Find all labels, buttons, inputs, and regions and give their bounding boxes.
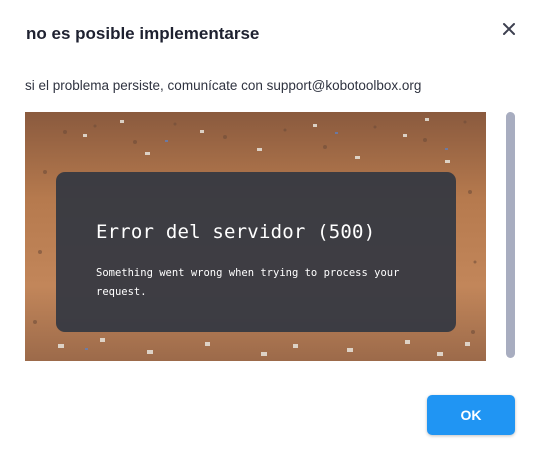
modal-title: no es posible implementarse — [26, 24, 260, 43]
scrollbar-thumb[interactable] — [506, 112, 515, 358]
error-message: si el problema persiste, comunícate con … — [25, 78, 422, 93]
error-heading: Error del servidor (500) — [96, 221, 376, 243]
ok-button[interactable]: OK — [427, 395, 515, 435]
close-icon — [499, 18, 519, 40]
error-modal: no es posible implementarse si el proble… — [0, 0, 535, 452]
scrollbar[interactable] — [506, 112, 515, 361]
error-page-frame: Error del servidor (500) Something went … — [25, 112, 486, 361]
close-button[interactable] — [499, 18, 519, 40]
error-card: Error del servidor (500) Something went … — [56, 172, 456, 332]
error-detail: Something went wrong when trying to proc… — [96, 267, 400, 298]
